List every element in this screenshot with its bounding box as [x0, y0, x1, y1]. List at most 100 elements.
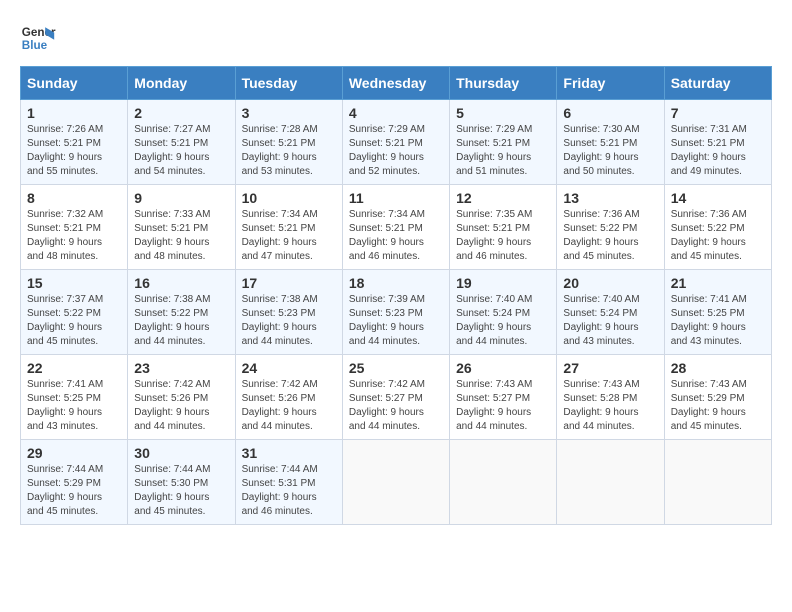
day-number: 12	[456, 190, 550, 206]
day-info: Sunrise: 7:41 AM Sunset: 5:25 PM Dayligh…	[671, 293, 765, 349]
day-number: 20	[563, 275, 657, 291]
day-info: Sunrise: 7:39 AM Sunset: 5:23 PM Dayligh…	[349, 293, 443, 349]
calendar-cell: 27 Sunrise: 7:43 AM Sunset: 5:28 PM Dayl…	[557, 355, 664, 440]
calendar-cell	[450, 440, 557, 525]
day-number: 4	[349, 105, 443, 121]
col-header-monday: Monday	[128, 67, 235, 100]
calendar-week-row: 15 Sunrise: 7:37 AM Sunset: 5:22 PM Dayl…	[21, 270, 772, 355]
day-info: Sunrise: 7:42 AM Sunset: 5:26 PM Dayligh…	[242, 378, 336, 434]
day-info: Sunrise: 7:43 AM Sunset: 5:29 PM Dayligh…	[671, 378, 765, 434]
day-number: 8	[27, 190, 121, 206]
calendar-cell: 16 Sunrise: 7:38 AM Sunset: 5:22 PM Dayl…	[128, 270, 235, 355]
calendar-cell: 22 Sunrise: 7:41 AM Sunset: 5:25 PM Dayl…	[21, 355, 128, 440]
day-number: 2	[134, 105, 228, 121]
col-header-wednesday: Wednesday	[342, 67, 449, 100]
calendar-cell: 21 Sunrise: 7:41 AM Sunset: 5:25 PM Dayl…	[664, 270, 771, 355]
calendar-cell: 18 Sunrise: 7:39 AM Sunset: 5:23 PM Dayl…	[342, 270, 449, 355]
day-info: Sunrise: 7:41 AM Sunset: 5:25 PM Dayligh…	[27, 378, 121, 434]
day-info: Sunrise: 7:43 AM Sunset: 5:28 PM Dayligh…	[563, 378, 657, 434]
calendar-cell: 25 Sunrise: 7:42 AM Sunset: 5:27 PM Dayl…	[342, 355, 449, 440]
calendar-week-row: 22 Sunrise: 7:41 AM Sunset: 5:25 PM Dayl…	[21, 355, 772, 440]
day-info: Sunrise: 7:30 AM Sunset: 5:21 PM Dayligh…	[563, 123, 657, 179]
col-header-tuesday: Tuesday	[235, 67, 342, 100]
day-info: Sunrise: 7:29 AM Sunset: 5:21 PM Dayligh…	[456, 123, 550, 179]
day-info: Sunrise: 7:31 AM Sunset: 5:21 PM Dayligh…	[671, 123, 765, 179]
calendar-cell: 4 Sunrise: 7:29 AM Sunset: 5:21 PM Dayli…	[342, 100, 449, 185]
col-header-thursday: Thursday	[450, 67, 557, 100]
day-info: Sunrise: 7:27 AM Sunset: 5:21 PM Dayligh…	[134, 123, 228, 179]
day-info: Sunrise: 7:34 AM Sunset: 5:21 PM Dayligh…	[242, 208, 336, 264]
svg-text:Blue: Blue	[22, 39, 48, 52]
day-info: Sunrise: 7:26 AM Sunset: 5:21 PM Dayligh…	[27, 123, 121, 179]
day-number: 19	[456, 275, 550, 291]
calendar-cell: 17 Sunrise: 7:38 AM Sunset: 5:23 PM Dayl…	[235, 270, 342, 355]
calendar-cell: 13 Sunrise: 7:36 AM Sunset: 5:22 PM Dayl…	[557, 185, 664, 270]
day-number: 15	[27, 275, 121, 291]
calendar-cell	[664, 440, 771, 525]
day-info: Sunrise: 7:37 AM Sunset: 5:22 PM Dayligh…	[27, 293, 121, 349]
calendar-table: SundayMondayTuesdayWednesdayThursdayFrid…	[20, 66, 772, 525]
day-number: 29	[27, 445, 121, 461]
logo-icon: General Blue	[20, 20, 56, 56]
calendar-cell: 5 Sunrise: 7:29 AM Sunset: 5:21 PM Dayli…	[450, 100, 557, 185]
calendar-cell: 24 Sunrise: 7:42 AM Sunset: 5:26 PM Dayl…	[235, 355, 342, 440]
day-number: 17	[242, 275, 336, 291]
calendar-cell	[342, 440, 449, 525]
calendar-cell: 15 Sunrise: 7:37 AM Sunset: 5:22 PM Dayl…	[21, 270, 128, 355]
day-number: 11	[349, 190, 443, 206]
day-info: Sunrise: 7:29 AM Sunset: 5:21 PM Dayligh…	[349, 123, 443, 179]
day-number: 6	[563, 105, 657, 121]
logo: General Blue	[20, 20, 56, 56]
day-info: Sunrise: 7:36 AM Sunset: 5:22 PM Dayligh…	[671, 208, 765, 264]
day-info: Sunrise: 7:34 AM Sunset: 5:21 PM Dayligh…	[349, 208, 443, 264]
calendar-week-row: 29 Sunrise: 7:44 AM Sunset: 5:29 PM Dayl…	[21, 440, 772, 525]
calendar-cell: 11 Sunrise: 7:34 AM Sunset: 5:21 PM Dayl…	[342, 185, 449, 270]
day-number: 14	[671, 190, 765, 206]
day-info: Sunrise: 7:36 AM Sunset: 5:22 PM Dayligh…	[563, 208, 657, 264]
day-info: Sunrise: 7:40 AM Sunset: 5:24 PM Dayligh…	[456, 293, 550, 349]
day-info: Sunrise: 7:32 AM Sunset: 5:21 PM Dayligh…	[27, 208, 121, 264]
day-number: 7	[671, 105, 765, 121]
calendar-cell: 8 Sunrise: 7:32 AM Sunset: 5:21 PM Dayli…	[21, 185, 128, 270]
day-info: Sunrise: 7:42 AM Sunset: 5:27 PM Dayligh…	[349, 378, 443, 434]
day-info: Sunrise: 7:42 AM Sunset: 5:26 PM Dayligh…	[134, 378, 228, 434]
day-number: 21	[671, 275, 765, 291]
calendar-cell: 29 Sunrise: 7:44 AM Sunset: 5:29 PM Dayl…	[21, 440, 128, 525]
day-info: Sunrise: 7:44 AM Sunset: 5:29 PM Dayligh…	[27, 463, 121, 519]
day-info: Sunrise: 7:44 AM Sunset: 5:31 PM Dayligh…	[242, 463, 336, 519]
col-header-saturday: Saturday	[664, 67, 771, 100]
day-number: 22	[27, 360, 121, 376]
col-header-friday: Friday	[557, 67, 664, 100]
col-header-sunday: Sunday	[21, 67, 128, 100]
day-number: 3	[242, 105, 336, 121]
calendar-cell: 9 Sunrise: 7:33 AM Sunset: 5:21 PM Dayli…	[128, 185, 235, 270]
day-info: Sunrise: 7:38 AM Sunset: 5:22 PM Dayligh…	[134, 293, 228, 349]
day-info: Sunrise: 7:35 AM Sunset: 5:21 PM Dayligh…	[456, 208, 550, 264]
day-number: 31	[242, 445, 336, 461]
calendar-cell: 3 Sunrise: 7:28 AM Sunset: 5:21 PM Dayli…	[235, 100, 342, 185]
calendar-header-row: SundayMondayTuesdayWednesdayThursdayFrid…	[21, 67, 772, 100]
calendar-cell: 31 Sunrise: 7:44 AM Sunset: 5:31 PM Dayl…	[235, 440, 342, 525]
day-number: 26	[456, 360, 550, 376]
calendar-cell: 7 Sunrise: 7:31 AM Sunset: 5:21 PM Dayli…	[664, 100, 771, 185]
day-number: 23	[134, 360, 228, 376]
day-number: 25	[349, 360, 443, 376]
calendar-cell: 20 Sunrise: 7:40 AM Sunset: 5:24 PM Dayl…	[557, 270, 664, 355]
day-info: Sunrise: 7:33 AM Sunset: 5:21 PM Dayligh…	[134, 208, 228, 264]
day-number: 16	[134, 275, 228, 291]
calendar-cell	[557, 440, 664, 525]
calendar-cell: 23 Sunrise: 7:42 AM Sunset: 5:26 PM Dayl…	[128, 355, 235, 440]
day-number: 1	[27, 105, 121, 121]
day-number: 10	[242, 190, 336, 206]
header: General Blue	[20, 20, 772, 56]
day-number: 5	[456, 105, 550, 121]
calendar-cell: 19 Sunrise: 7:40 AM Sunset: 5:24 PM Dayl…	[450, 270, 557, 355]
day-number: 30	[134, 445, 228, 461]
day-info: Sunrise: 7:44 AM Sunset: 5:30 PM Dayligh…	[134, 463, 228, 519]
calendar-week-row: 1 Sunrise: 7:26 AM Sunset: 5:21 PM Dayli…	[21, 100, 772, 185]
calendar-cell: 14 Sunrise: 7:36 AM Sunset: 5:22 PM Dayl…	[664, 185, 771, 270]
calendar-week-row: 8 Sunrise: 7:32 AM Sunset: 5:21 PM Dayli…	[21, 185, 772, 270]
day-info: Sunrise: 7:40 AM Sunset: 5:24 PM Dayligh…	[563, 293, 657, 349]
day-number: 28	[671, 360, 765, 376]
day-number: 9	[134, 190, 228, 206]
